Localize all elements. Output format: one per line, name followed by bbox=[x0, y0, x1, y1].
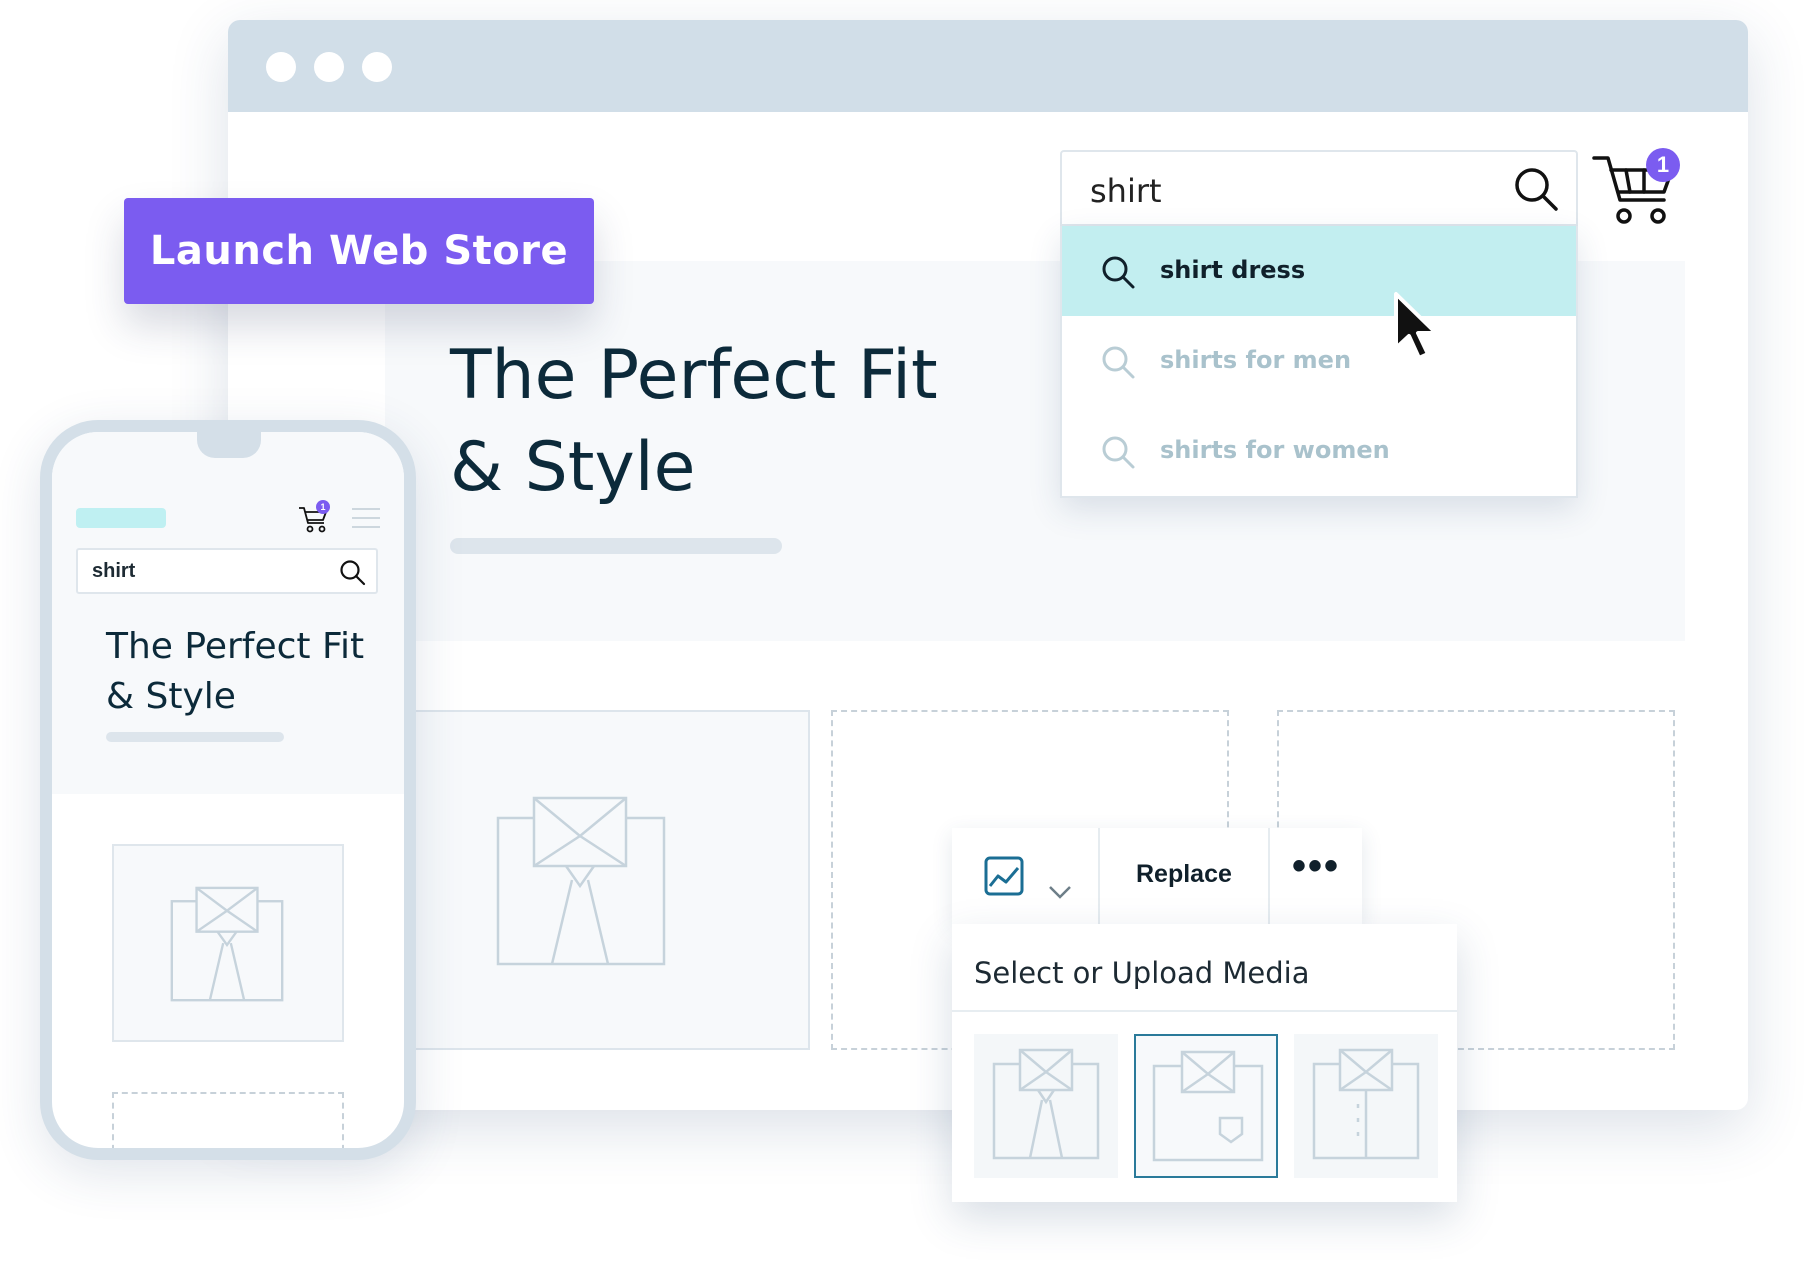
hero-subtitle-placeholder bbox=[450, 538, 782, 554]
shirt-illustration-icon bbox=[1312, 1048, 1420, 1160]
search-icon bbox=[1102, 436, 1135, 469]
suggestion-item[interactable]: shirt dress bbox=[1062, 226, 1576, 316]
replace-button[interactable]: Replace bbox=[1136, 860, 1232, 889]
shirt-illustration-icon bbox=[992, 1048, 1100, 1160]
search-icon bbox=[1102, 346, 1135, 379]
divider bbox=[952, 1010, 1457, 1012]
suggestion-item[interactable]: shirts for men bbox=[1062, 316, 1576, 406]
image-icon[interactable] bbox=[984, 856, 1024, 896]
cursor-arrow-icon bbox=[1394, 292, 1438, 360]
launch-web-store-button[interactable]: Launch Web Store bbox=[124, 198, 594, 304]
suggestion-label: shirt dress bbox=[1160, 256, 1306, 284]
search-icon[interactable] bbox=[338, 558, 366, 586]
browser-titlebar bbox=[228, 20, 1748, 112]
toolbar-divider bbox=[1268, 828, 1270, 924]
mobile-search-box[interactable]: shirt bbox=[76, 548, 378, 594]
window-dot bbox=[362, 52, 392, 82]
mobile-hero-title: The Perfect Fit & Style bbox=[106, 626, 365, 717]
mobile-search-input[interactable]: shirt bbox=[92, 560, 135, 583]
mobile-device: 1 shirt The Perfect Fit & Style bbox=[40, 420, 416, 1160]
search-icon bbox=[1102, 256, 1135, 289]
shirt-illustration-icon bbox=[170, 886, 284, 1002]
media-thumbnail[interactable] bbox=[1294, 1034, 1438, 1178]
hamburger-menu-icon[interactable] bbox=[352, 508, 380, 535]
shirt-illustration-icon bbox=[496, 796, 666, 966]
toolbar-divider bbox=[1098, 828, 1100, 924]
mobile-product-card-empty[interactable] bbox=[112, 1092, 344, 1148]
mobile-subtitle-placeholder bbox=[106, 732, 284, 742]
mobile-product-card[interactable] bbox=[112, 844, 344, 1042]
media-picker-panel: Select or Upload Media bbox=[952, 924, 1457, 1202]
media-thumbnail[interactable] bbox=[974, 1034, 1118, 1178]
logo-placeholder bbox=[76, 508, 166, 528]
search-input[interactable]: shirt bbox=[1090, 172, 1162, 210]
cart-count-badge: 1 bbox=[1646, 148, 1680, 182]
media-thumbnail-selected[interactable] bbox=[1134, 1034, 1278, 1178]
search-box[interactable]: shirt bbox=[1060, 150, 1578, 226]
window-dot bbox=[266, 52, 296, 82]
chevron-down-icon[interactable] bbox=[1048, 884, 1072, 900]
window-dot bbox=[314, 52, 344, 82]
product-card[interactable] bbox=[412, 710, 810, 1050]
media-panel-title: Select or Upload Media bbox=[974, 956, 1310, 990]
suggestion-item[interactable]: shirts for women bbox=[1062, 406, 1576, 496]
search-icon[interactable] bbox=[1510, 163, 1562, 215]
search-suggestions: shirt dress shirts for men shirts for wo… bbox=[1060, 226, 1578, 498]
media-toolbar: Replace ••• bbox=[952, 828, 1362, 924]
phone-notch bbox=[197, 432, 261, 458]
hero-title: The Perfect Fit & Style bbox=[450, 336, 938, 507]
shirt-illustration-icon bbox=[1152, 1050, 1264, 1162]
suggestion-label: shirts for men bbox=[1160, 346, 1352, 374]
more-icon[interactable]: ••• bbox=[1292, 844, 1340, 889]
suggestion-label: shirts for women bbox=[1160, 436, 1390, 464]
cart-count-badge: 1 bbox=[316, 500, 330, 514]
